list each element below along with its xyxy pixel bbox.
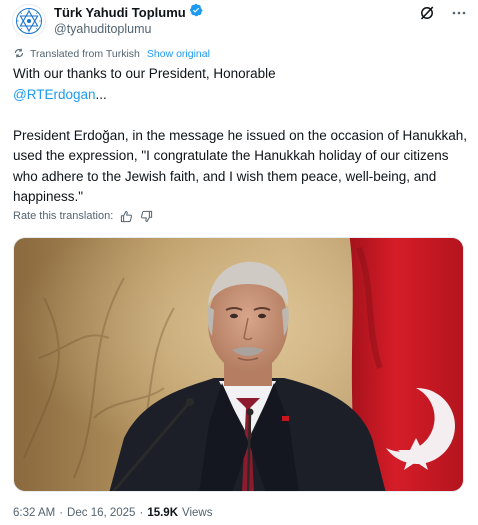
meta-separator: · (59, 507, 64, 519)
tweet-header: Türk Yahudi Toplumu @tyahuditoplumu (12, 3, 468, 40)
mention-link[interactable]: @RTErdogan (13, 87, 96, 102)
views-count: 15.9K (147, 507, 178, 519)
translation-notice: Translated from Turkish Show original (13, 47, 210, 61)
show-original-link[interactable]: Show original (147, 48, 210, 60)
star-of-david-logo (16, 8, 42, 34)
account-handle[interactable]: @tyahuditoplumu (54, 22, 203, 36)
rate-translation: Rate this translation: (13, 208, 153, 224)
tweet-time[interactable]: 6:32 AM (13, 507, 55, 519)
account-info: Türk Yahudi Toplumu @tyahuditoplumu (54, 3, 203, 36)
thumbs-down-icon[interactable] (139, 209, 153, 223)
tweet-meta: 6:32 AM · Dec 16, 2025 · 15.9K Views (13, 505, 212, 521)
thumbs-up-icon[interactable] (119, 209, 133, 223)
tweet-ellipsis: ... (95, 86, 107, 102)
tweet-date[interactable]: Dec 16, 2025 (67, 507, 135, 519)
more-options-icon[interactable] (450, 4, 468, 22)
display-name[interactable]: Türk Yahudi Toplumu (54, 5, 186, 20)
rate-label: Rate this translation: (13, 210, 114, 222)
views-label: Views (182, 507, 213, 519)
verified-badge-icon (189, 3, 203, 22)
tweet-paragraph-2: President Erdoğan, in the message he iss… (13, 127, 468, 205)
tweet-photo[interactable] (13, 237, 464, 492)
grok-icon[interactable] (418, 4, 436, 22)
photo-image (14, 238, 463, 491)
tweet-line-1: With our thanks to our President, Honora… (13, 66, 276, 81)
avatar[interactable] (12, 4, 46, 38)
translation-label: Translated from Turkish (30, 48, 140, 60)
tweet-text: With our thanks to our President, Honora… (13, 64, 468, 208)
meta-separator-2: · (139, 507, 144, 519)
translate-icon (13, 47, 25, 62)
